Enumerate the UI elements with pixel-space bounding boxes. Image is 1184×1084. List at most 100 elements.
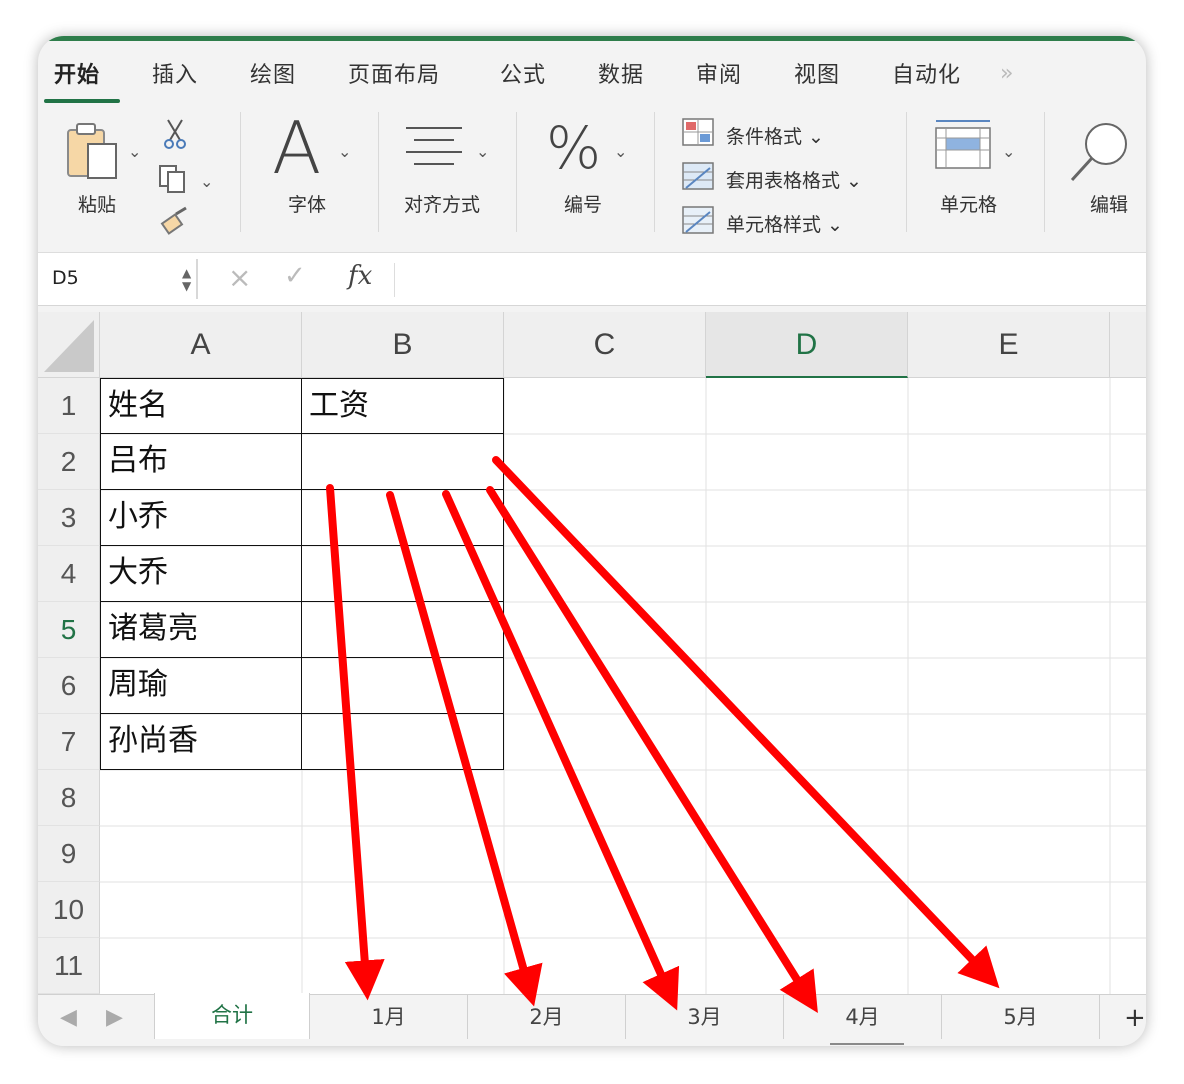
- worksheet-grid: A B C D E 1 2 3 4 5 6 7 8 9 10 11 姓名 工资 …: [38, 312, 1146, 994]
- cut-icon[interactable]: [162, 118, 188, 150]
- sheet-tab-feb[interactable]: 2月: [468, 995, 626, 1039]
- column-header-e[interactable]: E: [908, 312, 1110, 378]
- tab-home[interactable]: 开始: [54, 57, 100, 89]
- conditional-format-button[interactable]: 条件格式 ⌄: [682, 116, 902, 152]
- row-header-6[interactable]: 6: [38, 658, 100, 714]
- cell-a7[interactable]: 孙尚香: [100, 713, 302, 770]
- cells-label: 单元格: [940, 194, 998, 216]
- cell-a4[interactable]: 大乔: [100, 545, 302, 602]
- alignment-icon[interactable]: [404, 124, 464, 172]
- cell-b3[interactable]: [301, 489, 504, 546]
- edit-label: 编辑: [1090, 194, 1129, 216]
- formula-separator: [394, 263, 395, 297]
- font-icon[interactable]: A: [272, 108, 321, 188]
- cell-b4[interactable]: [301, 545, 504, 602]
- row-header-11[interactable]: 11: [38, 938, 100, 994]
- cell-a2[interactable]: 吕布: [100, 433, 302, 490]
- ribbon-separator: [906, 112, 907, 232]
- next-sheet-icon[interactable]: ▶: [106, 1005, 123, 1030]
- format-as-table-button[interactable]: 套用表格格式 ⌄: [682, 160, 902, 196]
- row-header-4[interactable]: 4: [38, 546, 100, 602]
- conditional-format-icon: [682, 118, 714, 146]
- prev-sheet-icon[interactable]: ◀: [60, 1005, 77, 1030]
- search-icon[interactable]: [1068, 120, 1132, 184]
- cells-chevron-down-icon[interactable]: ⌄: [1002, 142, 1015, 161]
- paste-label: 粘贴: [78, 194, 117, 216]
- more-tabs-icon[interactable]: »: [1000, 61, 1013, 86]
- cell-b5[interactable]: [301, 601, 504, 658]
- cell-a5[interactable]: 诸葛亮: [100, 601, 302, 658]
- cell-a1[interactable]: 姓名: [100, 378, 302, 434]
- font-chevron-down-icon[interactable]: ⌄: [338, 142, 351, 161]
- percent-icon[interactable]: %: [546, 116, 601, 180]
- cell-b6[interactable]: [301, 657, 504, 714]
- font-label: 字体: [288, 194, 327, 216]
- insert-function-icon[interactable]: fx: [348, 261, 372, 291]
- name-box-value: D5: [52, 267, 79, 289]
- tab-automate[interactable]: 自动化: [892, 57, 961, 89]
- cell-styles-label: 单元格样式 ⌄: [726, 214, 843, 236]
- excel-window: 开始 插入 绘图 页面布局 公式 数据 审阅 视图 自动化 » ⌄ 粘贴 ⌄ A…: [38, 36, 1146, 1046]
- number-chevron-down-icon[interactable]: ⌄: [614, 142, 627, 161]
- ribbon: ⌄ 粘贴 ⌄ A ⌄ 字体 ⌄ 对齐方式 % ⌄ 编号 条件格式 ⌄ 套用表格格…: [38, 102, 1146, 250]
- select-all-corner[interactable]: [38, 312, 100, 378]
- ribbon-separator: [516, 112, 517, 232]
- sheet-tab-mar[interactable]: 3月: [626, 995, 784, 1039]
- alignment-label: 对齐方式: [404, 194, 481, 216]
- number-label: 编号: [564, 194, 603, 216]
- sheet-tab-apr[interactable]: 4月: [784, 995, 942, 1039]
- name-box[interactable]: D5 ▲ ▼: [42, 259, 198, 299]
- row-header-7[interactable]: 7: [38, 714, 100, 770]
- ribbon-separator: [654, 112, 655, 232]
- tab-data[interactable]: 数据: [598, 57, 644, 89]
- sheet-tab-hover-indicator: [830, 1043, 904, 1045]
- row-header-8[interactable]: 8: [38, 770, 100, 826]
- ribbon-separator: [378, 112, 379, 232]
- row-header-9[interactable]: 9: [38, 826, 100, 882]
- name-box-spinner-icon[interactable]: ▲ ▼: [182, 267, 191, 293]
- column-header-d[interactable]: D: [706, 312, 908, 378]
- copy-chevron-down-icon[interactable]: ⌄: [200, 172, 213, 191]
- cell-b2[interactable]: [301, 433, 504, 490]
- tab-draw[interactable]: 绘图: [250, 57, 296, 89]
- column-header-a[interactable]: A: [100, 312, 302, 378]
- row-header-5[interactable]: 5: [38, 602, 100, 658]
- row-header-3[interactable]: 3: [38, 490, 100, 546]
- sheet-tab-may[interactable]: 5月: [942, 995, 1100, 1039]
- format-as-table-label: 套用表格格式 ⌄: [726, 170, 862, 192]
- cell-styles-icon: [682, 206, 714, 234]
- ribbon-separator: [1044, 112, 1045, 232]
- cell-b1[interactable]: 工资: [301, 378, 504, 434]
- row-header-10[interactable]: 10: [38, 882, 100, 938]
- ribbon-separator: [240, 112, 241, 232]
- row-header-1[interactable]: 1: [38, 378, 100, 434]
- cells-icon[interactable]: [932, 118, 994, 174]
- ribbon-tabs: 开始 插入 绘图 页面布局 公式 数据 审阅 视图 自动化 »: [38, 41, 1146, 103]
- alignment-chevron-down-icon[interactable]: ⌄: [476, 142, 489, 161]
- row-header-2[interactable]: 2: [38, 434, 100, 490]
- paste-chevron-down-icon[interactable]: ⌄: [128, 142, 141, 161]
- format-painter-icon[interactable]: [160, 206, 190, 236]
- cell-styles-button[interactable]: 单元格样式 ⌄: [682, 204, 902, 240]
- tab-view[interactable]: 视图: [794, 57, 840, 89]
- conditional-format-label: 条件格式 ⌄: [726, 126, 824, 148]
- format-as-table-icon: [682, 162, 714, 190]
- tab-page-layout[interactable]: 页面布局: [348, 57, 440, 89]
- cancel-icon[interactable]: ×: [228, 261, 251, 294]
- column-header-c[interactable]: C: [504, 312, 706, 378]
- confirm-check-icon[interactable]: ✓: [284, 261, 306, 291]
- add-sheet-icon[interactable]: +: [1124, 1003, 1146, 1033]
- cell-a3[interactable]: 小乔: [100, 489, 302, 546]
- tab-insert[interactable]: 插入: [152, 57, 198, 89]
- sheet-tab-jan[interactable]: 1月: [310, 995, 468, 1039]
- cell-b7[interactable]: [301, 713, 504, 770]
- sheet-tab-total[interactable]: 合计: [154, 993, 310, 1039]
- paste-icon[interactable]: [64, 120, 122, 182]
- sheet-tab-bar: ◀ ▶ 合计 1月 2月 3月 4月 5月 +: [38, 993, 1146, 1046]
- column-header-f-partial[interactable]: [1110, 312, 1146, 378]
- cell-a6[interactable]: 周瑜: [100, 657, 302, 714]
- column-header-b[interactable]: B: [302, 312, 504, 378]
- tab-formulas[interactable]: 公式: [500, 57, 546, 89]
- tab-review[interactable]: 审阅: [696, 57, 742, 89]
- copy-icon[interactable]: [158, 164, 190, 194]
